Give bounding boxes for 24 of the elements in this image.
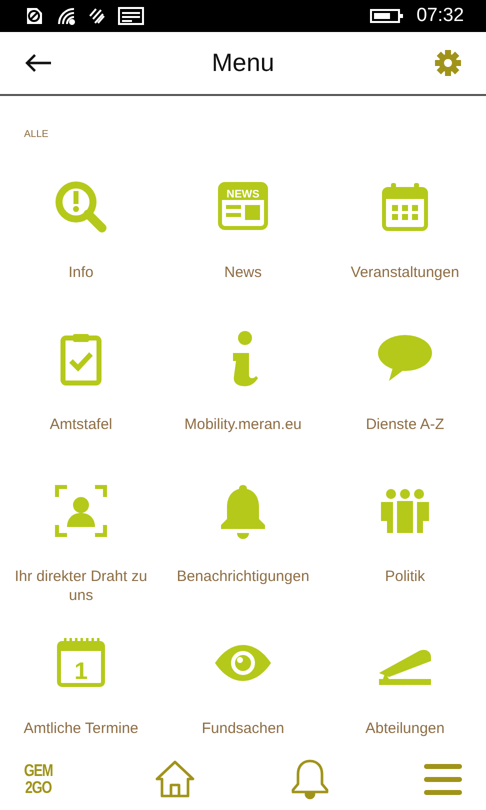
menu-tile[interactable]: Politik xyxy=(324,463,486,586)
battery-icon xyxy=(370,8,404,24)
menu-tile[interactable]: Dienste A-Z xyxy=(324,311,486,434)
menu-button[interactable] xyxy=(424,762,462,796)
menu-tile[interactable]: Benachrichtigungen xyxy=(162,463,324,586)
section-label: ALLE xyxy=(24,129,48,140)
menu-tile[interactable]: Mobility.meran.eu xyxy=(162,311,324,434)
wifi-signal-icon xyxy=(56,6,76,26)
menu-tile[interactable]: Fundsachen xyxy=(162,615,324,738)
menu-tile[interactable]: Ihr direkter Draht zu uns xyxy=(0,463,162,605)
home-button[interactable] xyxy=(154,759,196,799)
sim-icon xyxy=(24,6,44,26)
notifications-button[interactable] xyxy=(291,758,330,800)
menu-tile[interactable]: Abteilungen xyxy=(324,615,486,738)
menu-tile[interactable]: Veranstaltungen xyxy=(324,159,486,282)
menu-tile[interactable]: Info xyxy=(0,159,162,282)
page-title: Menu xyxy=(212,48,274,78)
app-logo[interactable]: GEM 2GO xyxy=(24,762,60,796)
network-icon xyxy=(88,6,106,26)
menu-tile[interactable]: 1 Amtliche Termine xyxy=(0,615,162,738)
clock-time: 07:32 xyxy=(416,5,464,27)
menu-tile[interactable]: Amtstafel xyxy=(0,311,162,434)
message-icon xyxy=(118,7,144,25)
menu-tile[interactable]: NEWS News xyxy=(162,159,324,282)
